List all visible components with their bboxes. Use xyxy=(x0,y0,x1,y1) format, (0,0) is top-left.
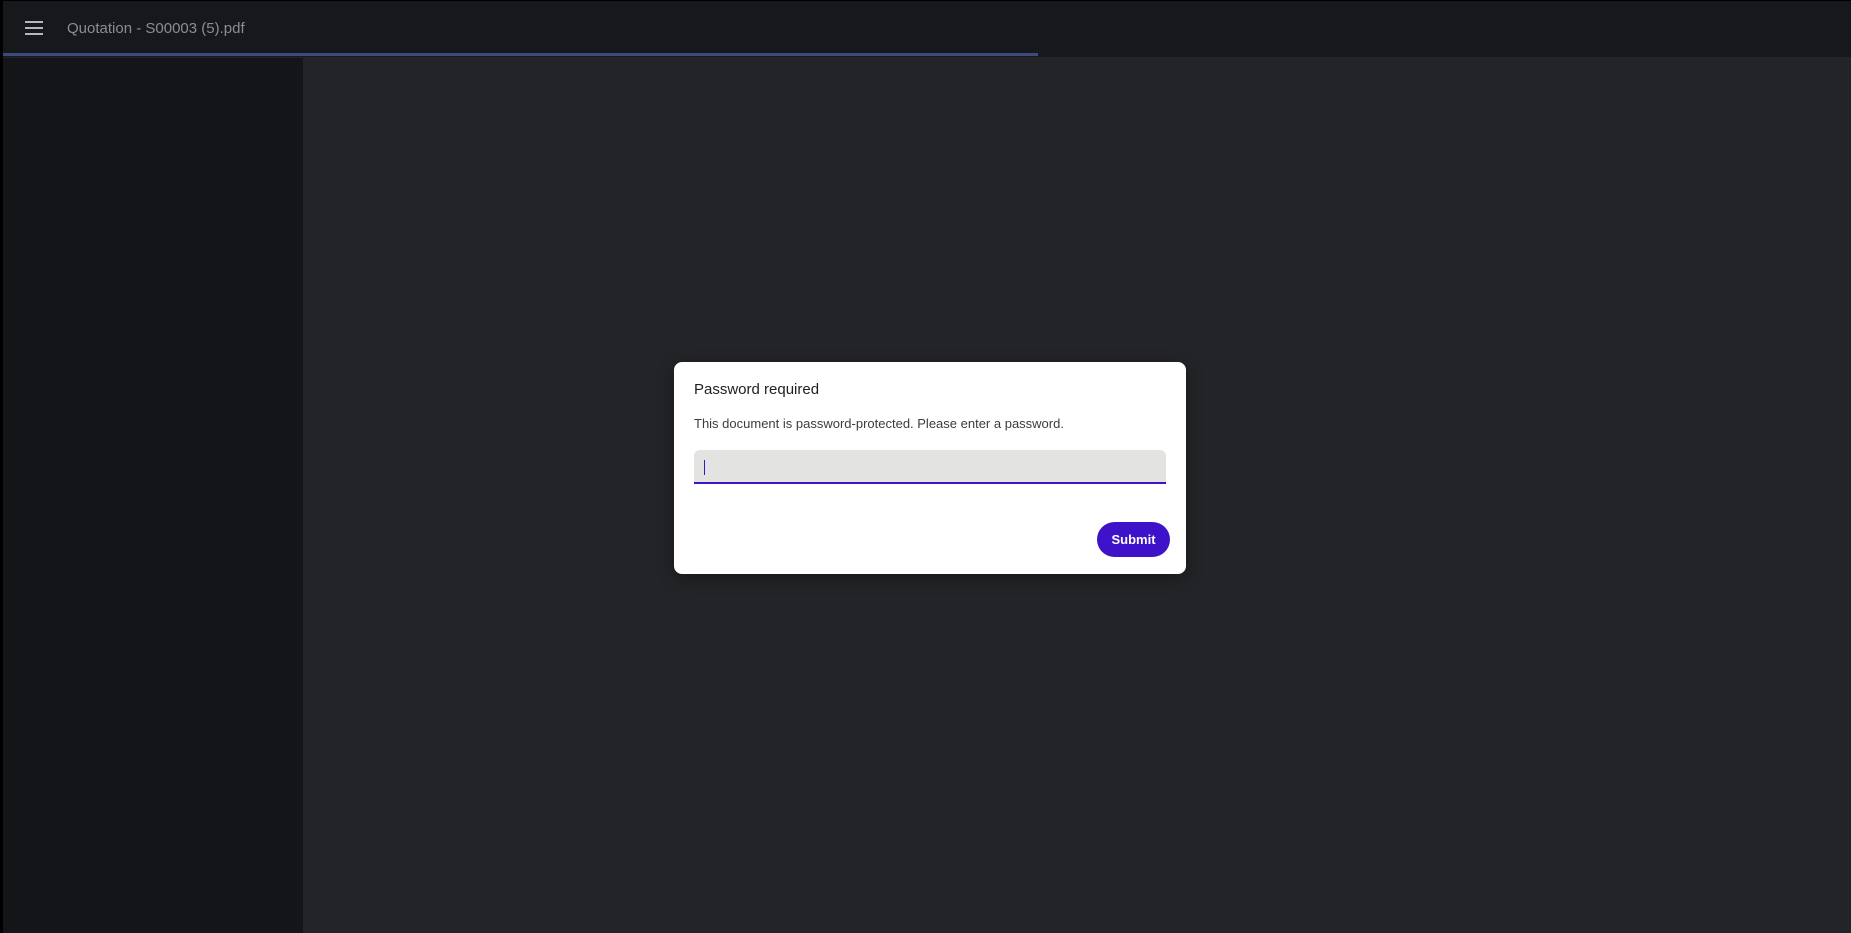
dialog-title: Password required xyxy=(694,381,820,398)
load-progress-bar xyxy=(3,53,1851,56)
load-progress-fill xyxy=(3,53,1038,56)
submit-button[interactable]: Submit xyxy=(1097,522,1170,557)
document-title: Quotation - S00003 (5).pdf xyxy=(67,20,245,37)
hamburger-menu-icon xyxy=(25,21,43,35)
menu-button[interactable] xyxy=(16,10,52,46)
password-dialog: Password required This document is passw… xyxy=(674,362,1186,574)
toolbar: Quotation - S00003 (5).pdf xyxy=(3,1,1851,57)
thumbnail-sidebar xyxy=(3,58,303,933)
text-cursor xyxy=(704,460,705,475)
pdf-viewer: Quotation - S00003 (5).pdf Password requ… xyxy=(3,1,1851,933)
password-field[interactable] xyxy=(694,450,1166,484)
password-input[interactable] xyxy=(694,450,1166,482)
dialog-message: This document is password-protected. Ple… xyxy=(694,416,1064,431)
